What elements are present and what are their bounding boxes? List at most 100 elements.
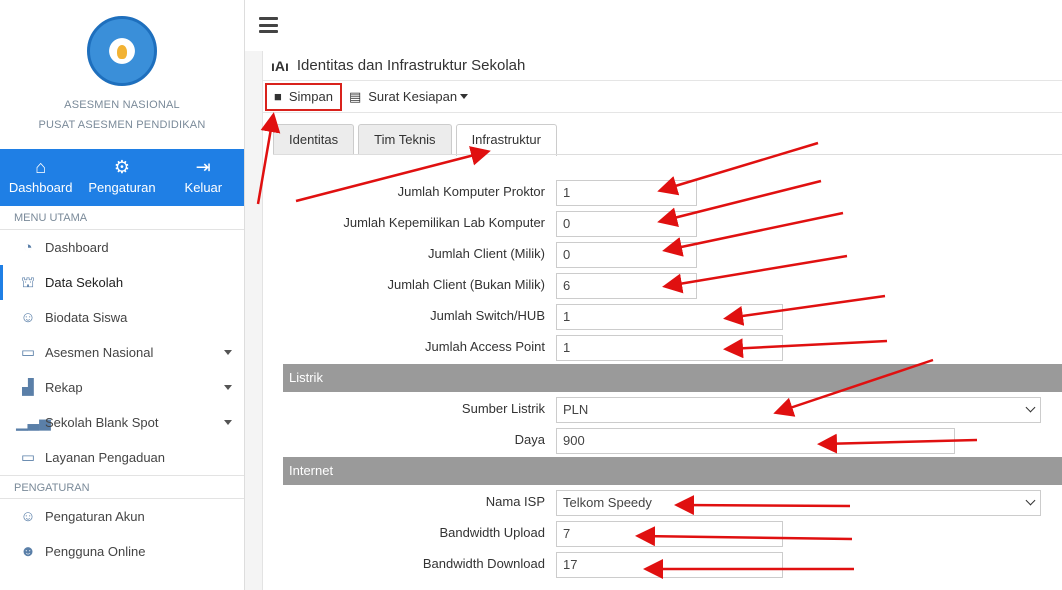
infrastruktur-form: Jumlah Komputer Proktor 1 Jumlah Kepemil… — [283, 176, 1062, 579]
sidebar-item-label: Sekolah Blank Spot — [45, 415, 159, 430]
tut-wuri-handayani-logo — [87, 16, 157, 86]
page-header: ıAı Identitas dan Infrastruktur Sekolah — [263, 51, 1062, 81]
select-value: Telkom Speedy — [563, 495, 652, 510]
field-label: Jumlah Komputer Proktor — [397, 184, 545, 199]
sidebar-item-biodata-siswa[interactable]: ☺ Biodata Siswa — [0, 300, 244, 335]
tab-infrastruktur[interactable]: Infrastruktur — [455, 124, 557, 156]
form-row-client-bukan-milik: Jumlah Client (Bukan Milik) 6 — [283, 269, 1062, 300]
chart-icon: ▟ — [22, 378, 34, 396]
chevron-down-icon — [224, 385, 232, 390]
sign-out-icon: ⇥ — [195, 157, 211, 177]
toolbar: ■ Simpan ▤ Surat Kesiapan — [263, 81, 1062, 113]
sidebar-item-label: Rekap — [45, 380, 83, 395]
user-settings-icon: ☺ — [20, 507, 36, 525]
sidebar-item-sekolah-blank-spot[interactable]: ▁▃▅ Sekolah Blank Spot — [0, 405, 244, 440]
form-row-komputer-proktor: Jumlah Komputer Proktor 1 — [283, 176, 1062, 207]
brand: ASESMEN NASIONAL PUSAT ASESMEN PENDIDIKA… — [0, 0, 244, 149]
sidebar-item-data-sekolah[interactable]: ⛫ Data Sekolah — [0, 265, 244, 300]
field-label: Jumlah Switch/HUB — [430, 308, 545, 323]
surat-kesiapan-dropdown[interactable]: ▤ Surat Kesiapan — [342, 83, 475, 111]
tab-identitas[interactable]: Identitas — [273, 124, 355, 155]
field-label: Jumlah Kepemilikan Lab Komputer — [343, 215, 545, 230]
user-gear-icon: ⚙ — [113, 157, 131, 177]
monitor-icon: ▭ — [20, 343, 36, 361]
chevron-down-icon — [224, 350, 232, 355]
sidebar-item-label: Layanan Pengaduan — [45, 450, 166, 465]
jumlah-switch-hub-input[interactable]: 1 — [556, 304, 783, 330]
topnav-label: Dashboard — [8, 180, 73, 195]
chevron-down-icon — [224, 420, 232, 425]
student-icon: ☺ — [20, 308, 36, 326]
sidebar-item-label: Data Sekolah — [45, 275, 124, 290]
school-icon: ⛫ — [21, 273, 35, 291]
topnav-pengaturan[interactable]: ⚙ Pengaturan — [81, 149, 162, 206]
form-row-lab-komputer: Jumlah Kepemilikan Lab Komputer 0 — [283, 207, 1062, 238]
form-row-client-milik: Jumlah Client (Milik) 0 — [283, 238, 1062, 269]
brand-subtitle: PUSAT ASESMEN PENDIDIKAN — [38, 119, 206, 131]
save-button-label: Simpan — [288, 89, 333, 104]
nama-isp-select[interactable]: Telkom Speedy — [556, 490, 1041, 516]
form-row-nama-isp: Nama ISP Telkom Speedy — [283, 486, 1062, 517]
caret-down-icon — [460, 94, 469, 99]
section-internet-header: Internet — [283, 457, 1062, 485]
jumlah-access-point-input[interactable]: 1 — [556, 335, 783, 361]
jumlah-lab-komputer-input[interactable]: 0 — [556, 211, 697, 237]
menu-utama-header: MENU UTAMA — [0, 206, 244, 230]
bandwidth-download-input[interactable]: 17 — [556, 552, 783, 578]
jumlah-komputer-proktor-input[interactable]: 1 — [556, 180, 697, 206]
sidebar-item-label: Pengguna Online — [45, 544, 146, 559]
save-button[interactable]: ■ Simpan — [265, 82, 342, 111]
signal-icon: ▁▃▅ — [16, 413, 51, 431]
tab-divider — [273, 154, 1062, 155]
sidebar-item-pengaturan-akun[interactable]: ☺ Pengaturan Akun — [0, 499, 244, 534]
main-content: ıAı Identitas dan Infrastruktur Sekolah … — [262, 51, 1062, 590]
page-title: Identitas dan Infrastruktur Sekolah — [296, 57, 526, 74]
sumber-listrik-select[interactable]: PLN — [556, 397, 1041, 423]
field-label: Sumber Listrik — [461, 401, 545, 416]
tab-bar: Identitas Tim Teknis Infrastruktur — [273, 124, 561, 156]
jumlah-client-bukan-milik-input[interactable]: 6 — [556, 273, 697, 299]
form-row-daya: Daya 900 — [283, 424, 1062, 455]
tab-tim-teknis[interactable]: Tim Teknis — [358, 124, 452, 155]
sidebar-item-asesmen-nasional[interactable]: ▭ Asesmen Nasional — [0, 335, 244, 370]
speedometer-icon: ◔ — [23, 238, 33, 256]
home-icon: ⌂ — [35, 157, 47, 177]
jumlah-client-milik-input[interactable]: 0 — [556, 242, 697, 268]
form-row-bandwidth-download: Bandwidth Download 17 — [283, 548, 1062, 579]
field-label: Bandwidth Upload — [439, 525, 545, 540]
form-row-access-point: Jumlah Access Point 1 — [283, 331, 1062, 362]
sidebar-item-label: Biodata Siswa — [45, 310, 128, 325]
form-row-switch-hub: Jumlah Switch/HUB 1 — [283, 300, 1062, 331]
topnav-label: Pengaturan — [88, 180, 156, 195]
section-listrik-header: Listrik — [283, 364, 1062, 392]
bandwidth-upload-input[interactable]: 7 — [556, 521, 783, 547]
topbar — [245, 0, 1062, 51]
sidebar-item-rekap[interactable]: ▟ Rekap — [0, 370, 244, 405]
sidebar-item-pengguna-online[interactable]: ☻ Pengguna Online — [0, 534, 244, 569]
topnav-dashboard[interactable]: ⌂ Dashboard — [0, 149, 81, 206]
users-icon: ☻ — [20, 542, 36, 560]
sidebar-item-label: Asesmen Nasional — [45, 345, 154, 360]
sidebar-item-label: Pengaturan Akun — [45, 509, 145, 524]
surat-kesiapan-label: Surat Kesiapan — [368, 89, 458, 104]
select-value: PLN — [563, 402, 589, 417]
sidebar: ASESMEN NASIONAL PUSAT ASESMEN PENDIDIKA… — [0, 0, 245, 590]
topnav-keluar[interactable]: ⇥ Keluar — [163, 149, 244, 206]
field-label: Jumlah Client (Bukan Milik) — [387, 277, 546, 292]
chevron-down-icon — [1025, 402, 1036, 413]
field-label: Daya — [514, 432, 545, 447]
field-label: Nama ISP — [485, 494, 545, 509]
chevron-down-icon — [1025, 495, 1036, 506]
floppy-disk-icon: ■ — [274, 89, 282, 104]
laptop-icon: ▭ — [20, 448, 36, 466]
form-row-sumber-listrik: Sumber Listrik PLN — [283, 393, 1062, 424]
sidebar-item-dashboard[interactable]: ◔ Dashboard — [0, 230, 244, 265]
pdf-file-icon: ▤ — [348, 88, 362, 104]
field-label: Jumlah Access Point — [425, 339, 545, 354]
brand-title: ASESMEN NASIONAL — [64, 99, 180, 111]
sidebar-item-layanan-pengaduan[interactable]: ▭ Layanan Pengaduan — [0, 440, 244, 475]
daya-input[interactable]: 900 — [556, 428, 955, 454]
hamburger-menu-icon[interactable] — [259, 17, 278, 33]
field-label: Jumlah Client (Milik) — [427, 246, 545, 261]
sidebar-item-label: Dashboard — [45, 240, 109, 255]
